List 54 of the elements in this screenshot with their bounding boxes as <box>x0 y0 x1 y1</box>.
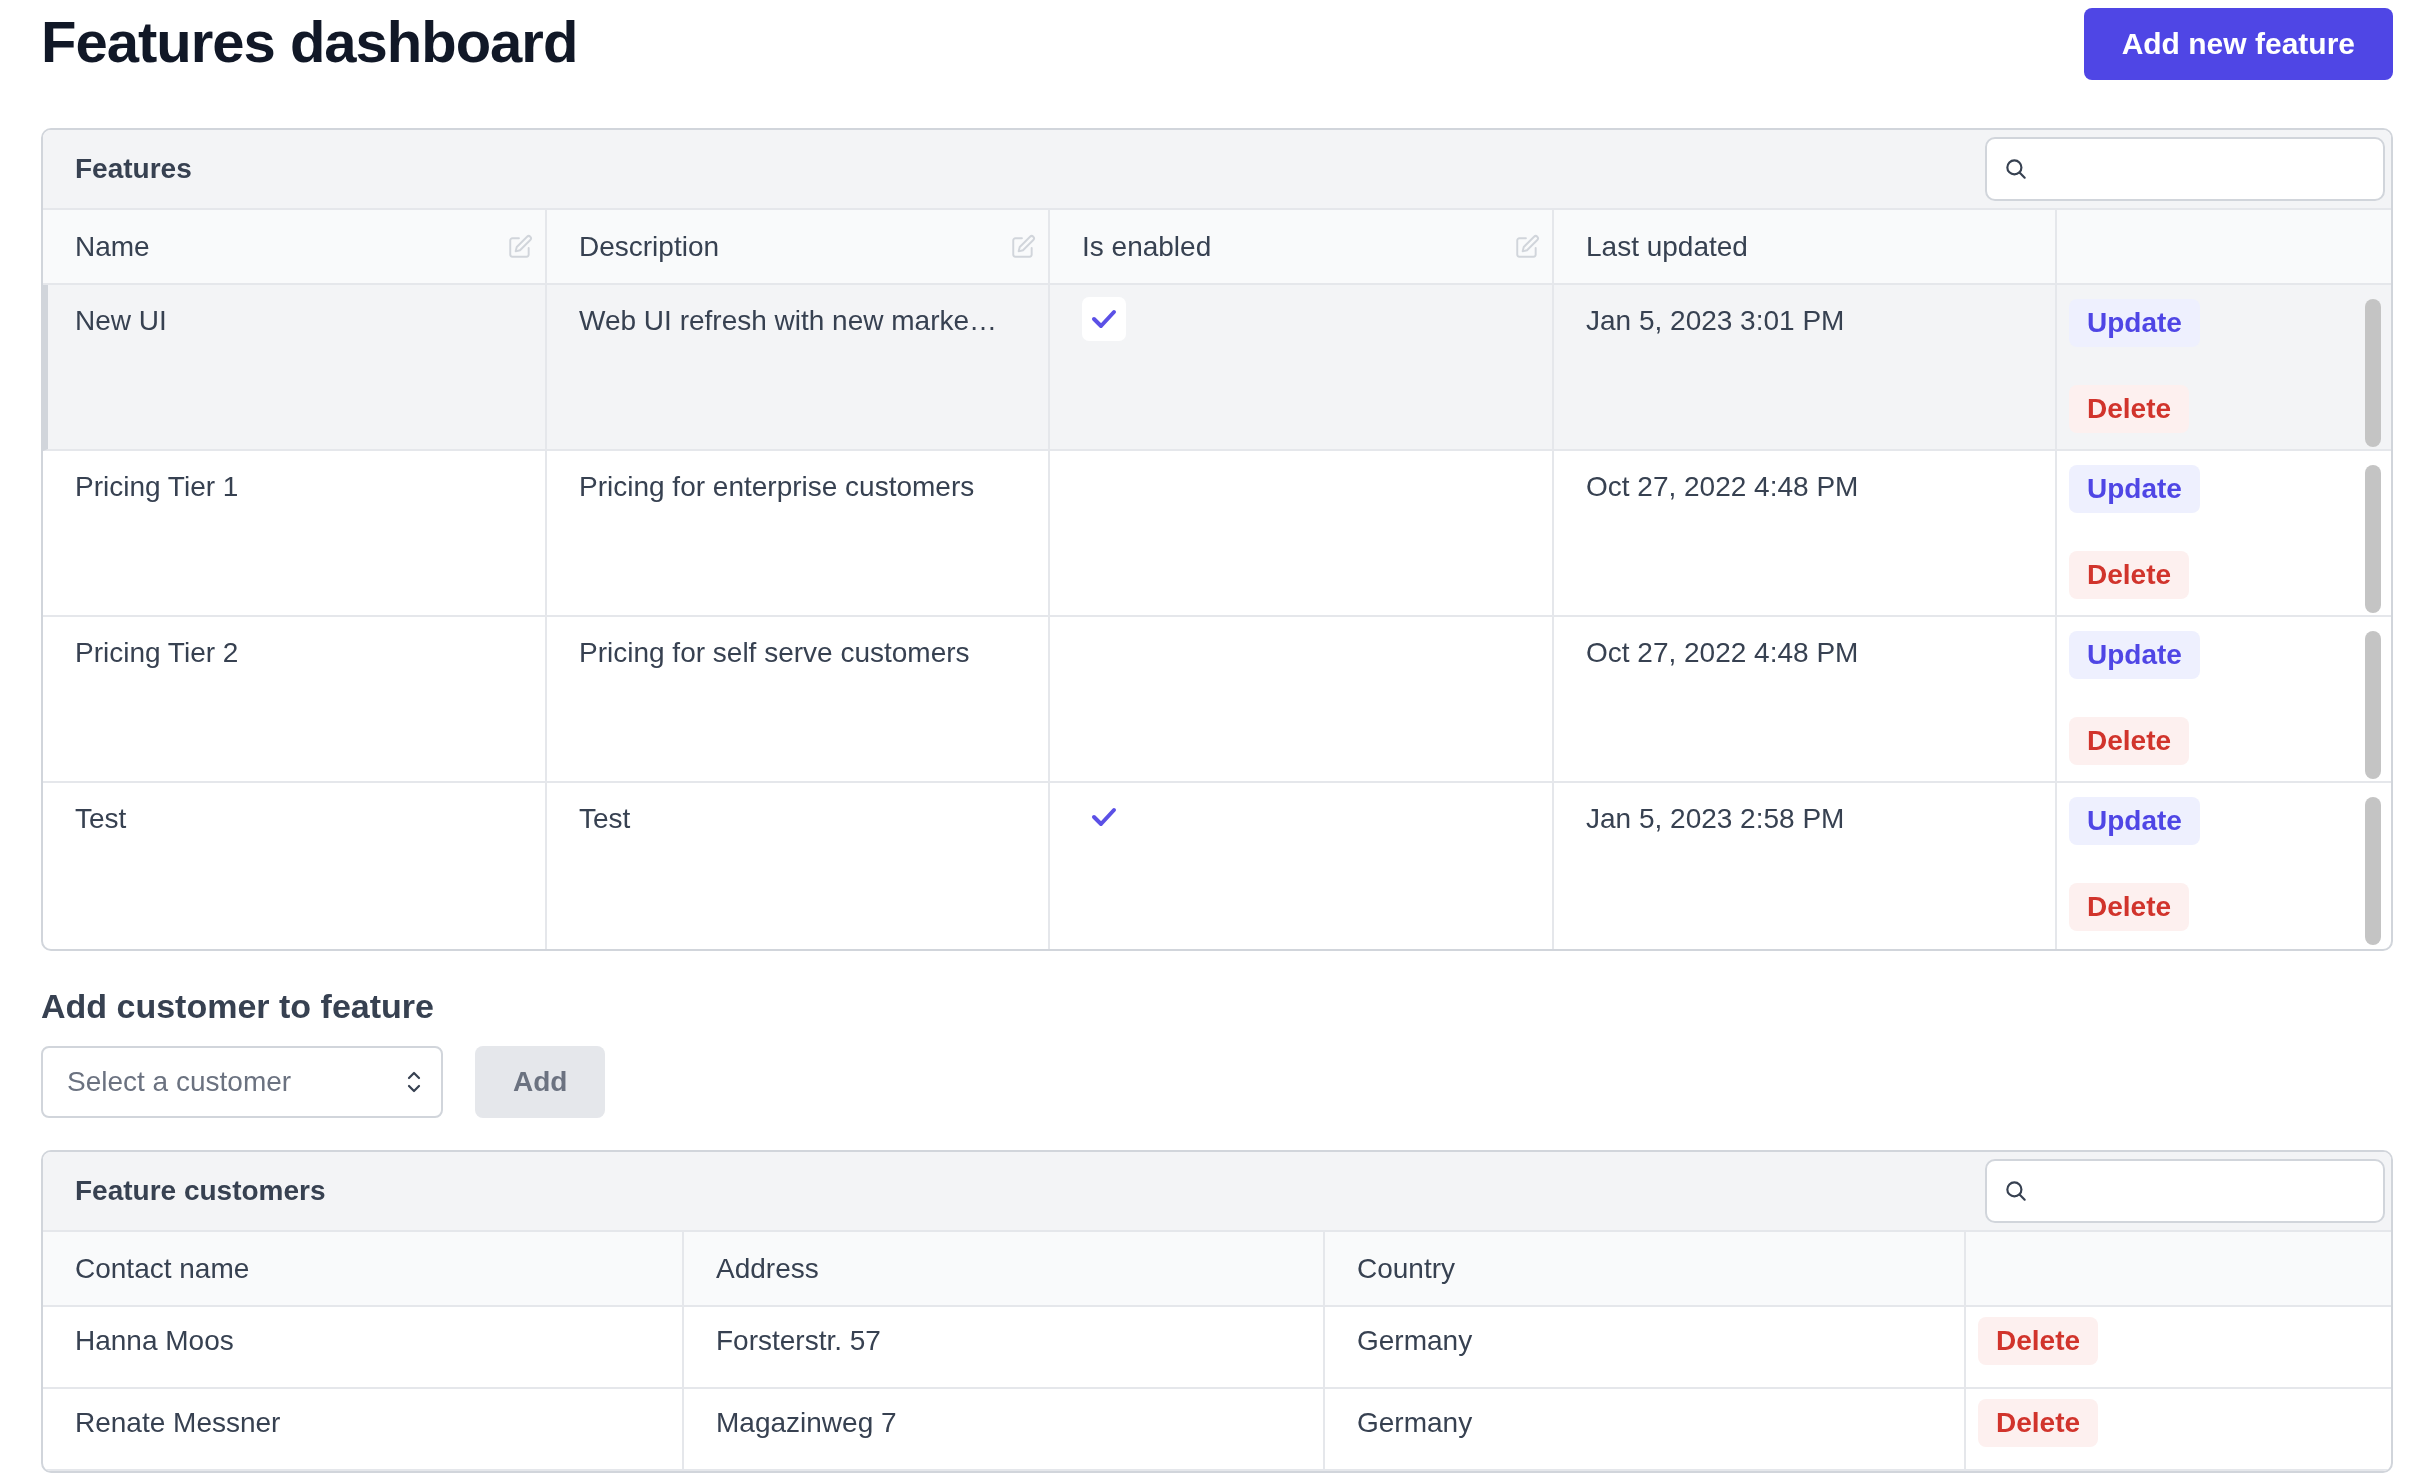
column-header: Name <box>75 230 150 263</box>
column-header: Is enabled <box>1082 230 1212 263</box>
scrollbar-thumb[interactable] <box>2365 465 2381 613</box>
table-cell: Oct 27, 2022 4:48 PM <box>1554 451 2057 617</box>
table-title: Features <box>75 153 192 185</box>
update-button[interactable]: Update <box>2069 797 2200 845</box>
chevron-updown-icon <box>405 1069 423 1095</box>
table-cell: Pricing for enterprise customers <box>547 451 1050 617</box>
search-field[interactable] <box>1985 1159 2385 1223</box>
table-cell: Pricing Tier 1 <box>43 451 547 617</box>
delete-button[interactable]: Delete <box>2069 551 2190 599</box>
delete-button[interactable]: Delete <box>1978 1317 2099 1365</box>
update-button[interactable]: Update <box>2069 299 2200 347</box>
table-cell: Forsterstr. 57 <box>684 1307 1325 1389</box>
table-cell: Germany <box>1325 1307 1966 1389</box>
table-cell: Pricing for self serve customers <box>547 617 1050 783</box>
table-cell: Test <box>547 783 1050 949</box>
column-header: Contact name <box>75 1252 250 1285</box>
customer-select[interactable]: Select a customer <box>41 1046 443 1118</box>
table-cell: Jan 5, 2023 3:01 PM <box>1554 285 2057 451</box>
checkmark-icon[interactable] <box>1082 297 1126 341</box>
search-icon <box>2003 156 2029 182</box>
edit-icon[interactable] <box>1010 233 1036 260</box>
delete-button[interactable]: Delete <box>2069 883 2190 931</box>
table-cell: Renate Messner <box>43 1389 684 1471</box>
search-icon <box>2003 1178 2029 1204</box>
table-cell: Hanna Moos <box>43 1307 684 1389</box>
search-field[interactable] <box>1985 137 2385 201</box>
column-header: Last updated <box>1586 230 1748 263</box>
table-cell: New UI <box>43 285 547 451</box>
table-cell: Jan 5, 2023 2:58 PM <box>1554 783 2057 949</box>
section-heading: Add customer to feature <box>41 987 435 1026</box>
column-header: Description <box>579 230 720 263</box>
edit-icon[interactable] <box>507 233 533 260</box>
table-cell: Web UI refresh with new marke… <box>547 285 1050 451</box>
table-cell: Magazinweg 7 <box>684 1389 1325 1471</box>
add-feature-button[interactable]: Add new feature <box>2083 8 2393 80</box>
edit-icon[interactable] <box>1514 233 1540 260</box>
table-title: Feature customers <box>75 1175 326 1207</box>
page-title: Features dashboard <box>41 8 578 75</box>
column-header: Country <box>1357 1252 1456 1285</box>
table-cell: Pricing Tier 2 <box>43 617 547 783</box>
scrollbar-thumb[interactable] <box>2365 797 2381 945</box>
update-button[interactable]: Update <box>2069 631 2200 679</box>
scrollbar-thumb[interactable] <box>2365 631 2381 779</box>
table-cell: Oct 27, 2022 4:48 PM <box>1554 617 2057 783</box>
update-button[interactable]: Update <box>2069 465 2200 513</box>
delete-button[interactable]: Delete <box>1978 1399 2099 1447</box>
delete-button[interactable]: Delete <box>2069 717 2190 765</box>
scrollbar-thumb[interactable] <box>2365 299 2381 447</box>
delete-button[interactable]: Delete <box>2069 385 2190 433</box>
table-cell: Test <box>43 783 547 949</box>
column-header: Address <box>716 1252 819 1285</box>
table-cell: Germany <box>1325 1389 1966 1471</box>
